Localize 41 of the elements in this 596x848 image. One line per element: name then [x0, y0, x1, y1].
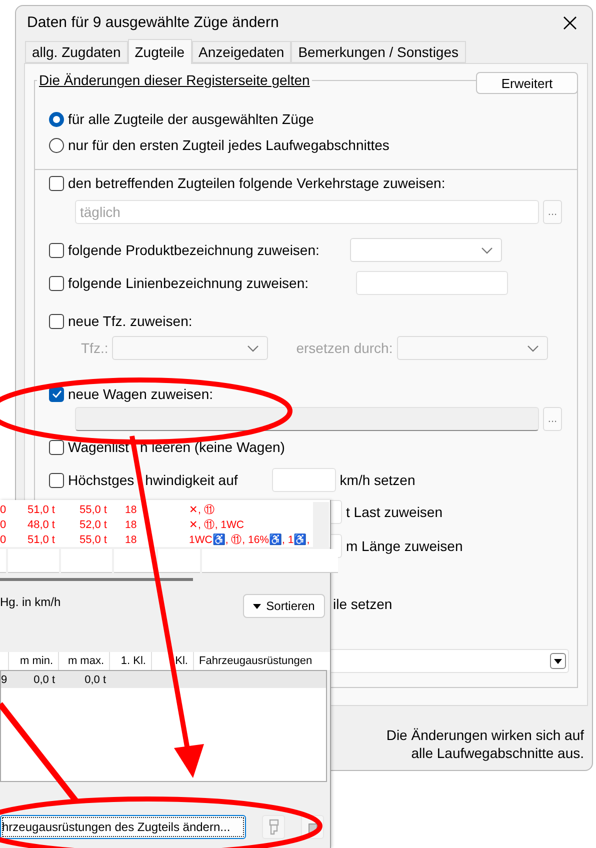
option-label: ile setzen — [333, 596, 392, 612]
table-cell-text: 18 — [124, 504, 138, 516]
info-text: Die Änderungen wirken sich auf — [385, 726, 584, 744]
speed-label: Hg. in km/h — [0, 595, 61, 609]
radio-label: für alle Zugteile der ausgewählten Züge — [68, 111, 314, 127]
table-cell-text: 0 — [0, 534, 8, 546]
table-cell-text: 52,0 t — [78, 518, 108, 530]
unit-label: km/h setzen — [340, 472, 416, 488]
checkbox-label: Höchstges — [68, 472, 134, 488]
field-label: ersetzen durch: — [296, 340, 393, 356]
table-cell-text: 0 — [0, 518, 8, 530]
table-cell-text: 0,0 t — [84, 674, 107, 686]
table-cell-text: 18 — [124, 534, 138, 546]
table-cell-text: 55,0 t — [78, 504, 108, 516]
field-value: täglich — [80, 204, 120, 220]
table-cell-text: 9 — [1, 674, 8, 686]
table-cell-text: ✕, ⑪, 1WC — [188, 518, 246, 532]
table-cell-text: 48,0 t — [26, 518, 56, 530]
radio-label: nur für den ersten Zugteil jedes Laufwegabschnittes — [68, 137, 390, 153]
checkbox-label: Wagenlist — [68, 439, 129, 455]
table-cell-text: ✕, ⑪ — [188, 502, 216, 516]
checkbox-label: folgende Linienbezeichnung zuweisen: — [68, 275, 309, 291]
checkbox-label: n leeren (keine Wagen) — [140, 439, 285, 455]
table-cell-text: 55,0 t — [78, 534, 108, 546]
table-cell-text: 1WC♿, ⑪, 16%♿, 1♿, — [188, 532, 311, 546]
window-title: Daten für 9 ausgewählte Züge ändern — [27, 14, 279, 31]
field-label: Tfz.: — [81, 340, 108, 356]
checkbox-label: neue Tfz. zuweisen: — [68, 313, 192, 329]
info-text: alle Laufwegabschnitte aus. — [410, 744, 584, 762]
table-cell-text: 18 — [124, 518, 138, 530]
table-cell-text: 0,0 t — [32, 674, 56, 686]
checkbox-label: neue Wagen zuweisen: — [68, 386, 214, 402]
unit-label: m Länge zuweisen — [346, 538, 463, 554]
table-cell-text: 0 — [0, 504, 8, 516]
unit-label: t Last zuweisen — [346, 504, 442, 520]
checkbox-label: den betreffenden Zugteilen folgende Verkehrstage zuweisen: — [68, 175, 446, 191]
table-cell-text: 51,0 t — [26, 534, 56, 546]
table-cell-text: 51,0 t — [26, 504, 56, 516]
checkbox-label: folgende Produktbezeichnung zuweisen: — [68, 242, 320, 258]
checkbox-label: hwindigkeit auf — [145, 472, 238, 488]
group-legend: Die Änderungen dieser Registerseite gelten — [37, 72, 312, 88]
